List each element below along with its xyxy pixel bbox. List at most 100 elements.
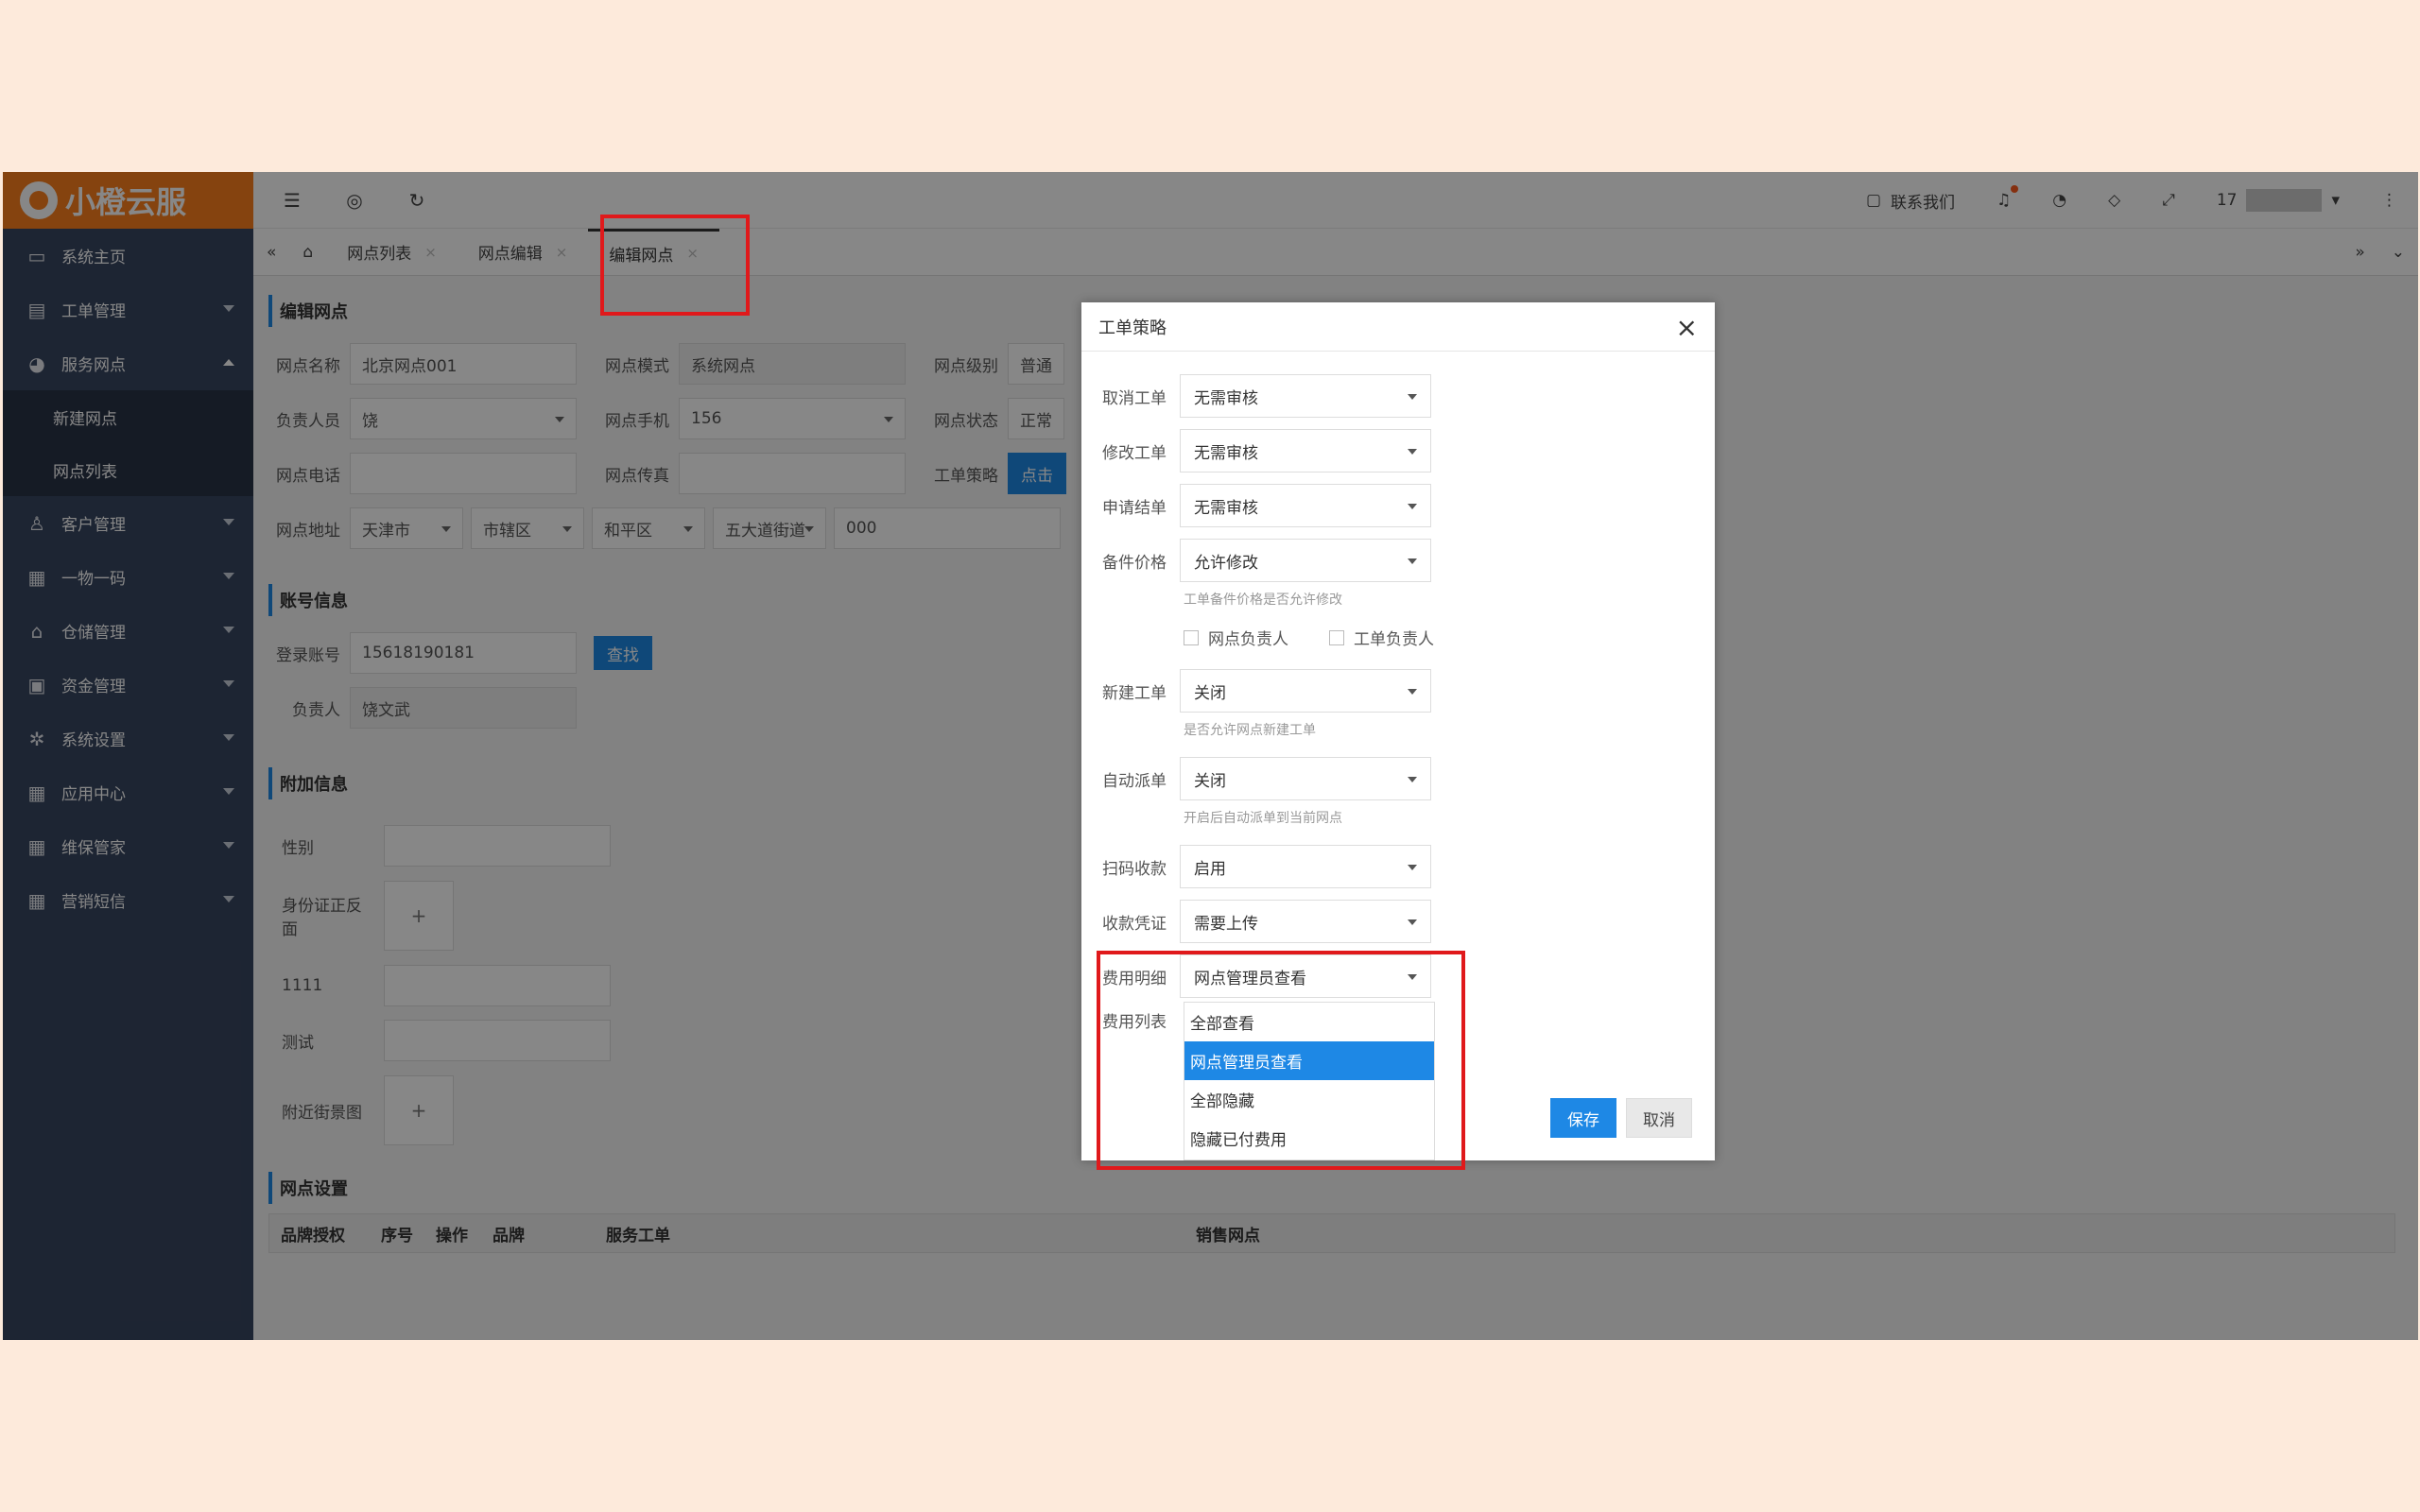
save-button[interactable]: 保存 bbox=[1550, 1098, 1616, 1138]
sidebar-item-label: 维保管家 bbox=[61, 839, 126, 858]
test-label: 测试 bbox=[282, 1033, 314, 1053]
cancel-button[interactable]: 取消 bbox=[1626, 1098, 1692, 1138]
notification-button[interactable]: ♫ bbox=[1976, 185, 2031, 210]
sidebar-item-funds[interactable]: ▣ 资金管理 bbox=[3, 658, 253, 712]
scan-pay-select[interactable]: 启用 bbox=[1180, 845, 1431, 888]
streetview-upload-button[interactable]: + bbox=[384, 1075, 454, 1145]
field-1111-input[interactable] bbox=[384, 965, 611, 1006]
fullscreen-button[interactable]: ⤢ bbox=[2141, 191, 2196, 210]
tel-input[interactable] bbox=[350, 453, 577, 494]
apply-close-select[interactable]: 无需审核 bbox=[1180, 484, 1431, 527]
dropdown-option[interactable]: 全部隐藏 bbox=[1184, 1080, 1434, 1119]
sidebar-item-label: 客户管理 bbox=[61, 516, 126, 535]
auto-dispatch-row: 自动派单 关闭 bbox=[1081, 757, 1431, 800]
owner-select[interactable]: 饶 bbox=[350, 398, 577, 439]
grid-icon: ▦ bbox=[27, 781, 46, 804]
refresh-icon[interactable]: ↻ bbox=[386, 189, 448, 212]
gender-input[interactable] bbox=[384, 825, 611, 867]
gender-label: 性别 bbox=[282, 838, 314, 858]
globe-icon[interactable]: ◎ bbox=[323, 189, 386, 212]
tab-bar-right: » ⌄ bbox=[2342, 229, 2418, 276]
close-icon[interactable]: × bbox=[1676, 312, 1698, 343]
table-header-cell: 操作 bbox=[436, 1226, 468, 1246]
sidebar-subitem-point-list[interactable]: 网点列表 bbox=[3, 443, 253, 496]
idcard-upload-button[interactable]: + bbox=[384, 881, 454, 951]
chevron-down-icon bbox=[223, 305, 234, 312]
point-level-select[interactable]: 普通 bbox=[1008, 343, 1064, 385]
modify-order-select[interactable]: 无需审核 bbox=[1180, 429, 1431, 472]
brand-logo[interactable]: 小橙云服 bbox=[3, 172, 253, 229]
point-level-label: 网点级别 bbox=[934, 356, 998, 376]
tag-button[interactable]: ◇ bbox=[2087, 191, 2141, 210]
sidebar-subitem-new-point[interactable]: 新建网点 bbox=[3, 390, 253, 443]
auto-dispatch-label: 自动派单 bbox=[1102, 771, 1167, 791]
caret-down-icon bbox=[1408, 974, 1417, 980]
auto-dispatch-select[interactable]: 关闭 bbox=[1180, 757, 1431, 800]
sidebar-item-workorders[interactable]: ▤ 工单管理 bbox=[3, 283, 253, 336]
sidebar-item-qrcode[interactable]: ▦ 一物一码 bbox=[3, 550, 253, 604]
tab-home[interactable]: ⌂ bbox=[289, 229, 326, 276]
area-select[interactable]: 和平区 bbox=[592, 507, 705, 549]
close-icon[interactable]: × bbox=[686, 245, 699, 262]
monitor-icon: ▭ bbox=[27, 244, 46, 267]
district-select[interactable]: 市辖区 bbox=[471, 507, 584, 549]
dropdown-option[interactable]: 全部查看 bbox=[1184, 1003, 1434, 1041]
tab-scroll-right[interactable]: » bbox=[2342, 229, 2377, 276]
tab-point-list[interactable]: 网点列表 × bbox=[326, 229, 458, 276]
strategy-button[interactable]: 点击 bbox=[1008, 453, 1066, 494]
checkbox-order-owner[interactable]: 工单负责人 bbox=[1329, 626, 1434, 649]
sidebar-item-apps[interactable]: ▦ 应用中心 bbox=[3, 765, 253, 819]
user-menu[interactable]: 17 ▾ bbox=[2196, 189, 2360, 212]
apply-close-label: 申请结单 bbox=[1102, 498, 1167, 518]
new-order-select[interactable]: 关闭 bbox=[1180, 669, 1431, 713]
caret-down-icon bbox=[1408, 777, 1417, 782]
tab-point-edit[interactable]: 网点编辑 × bbox=[458, 229, 589, 276]
sidebar-item-customers[interactable]: ♙ 客户管理 bbox=[3, 496, 253, 550]
chevron-down-icon bbox=[223, 842, 234, 849]
sidebar-item-maintenance[interactable]: ▦ 维保管家 bbox=[3, 819, 253, 873]
cancel-order-select[interactable]: 无需审核 bbox=[1180, 374, 1431, 418]
sidebar-item-settings[interactable]: ✲ 系统设置 bbox=[3, 712, 253, 765]
fee-detail-select[interactable]: 网点管理员查看 bbox=[1180, 954, 1431, 998]
find-button[interactable]: 查找 bbox=[594, 636, 652, 670]
dropdown-option[interactable]: 隐藏已付费用 bbox=[1184, 1119, 1434, 1158]
tab-bar: « ⌂ 网点列表 × 网点编辑 × 编辑网点 × » ⌄ bbox=[253, 228, 2418, 276]
checkbox[interactable] bbox=[1184, 629, 1199, 645]
sidebar-item-service-points[interactable]: ◕ 服务网点 bbox=[3, 336, 253, 390]
new-order-label: 新建工单 bbox=[1102, 683, 1167, 703]
checkbox[interactable] bbox=[1329, 629, 1344, 645]
caret-down-icon: ▾ bbox=[2331, 191, 2340, 210]
checkbox-point-owner[interactable]: 网点负责人 bbox=[1184, 626, 1288, 649]
dropdown-option-selected[interactable]: 网点管理员查看 bbox=[1184, 1041, 1434, 1080]
receipt-select[interactable]: 需要上传 bbox=[1180, 900, 1431, 943]
status-select[interactable]: 正常 bbox=[1008, 398, 1064, 439]
contact-us-button[interactable]: ▢ 联系我们 bbox=[1845, 189, 1976, 213]
city-select[interactable]: 天津市 bbox=[350, 507, 463, 549]
sidebar-item-sms[interactable]: ▦ 营销短信 bbox=[3, 873, 253, 927]
parts-price-select[interactable]: 允许修改 bbox=[1180, 539, 1431, 582]
tab-scroll-left[interactable]: « bbox=[253, 229, 289, 276]
chevron-up-icon bbox=[223, 359, 234, 366]
address-detail-input[interactable]: 000 bbox=[834, 507, 1061, 549]
sidebar-item-warehouse[interactable]: ⌂ 仓储管理 bbox=[3, 604, 253, 658]
sidebar-item-home[interactable]: ▭ 系统主页 bbox=[3, 229, 253, 283]
point-name-input[interactable]: 北京网点001 bbox=[350, 343, 577, 385]
tab-menu[interactable]: ⌄ bbox=[2378, 229, 2418, 276]
phone-select[interactable]: 156 bbox=[679, 398, 906, 439]
login-input[interactable]: 15618190181 bbox=[350, 632, 577, 674]
sidebar-item-label: 工单管理 bbox=[61, 302, 126, 321]
table-header-cell: 品牌 bbox=[493, 1226, 525, 1246]
test-input[interactable] bbox=[384, 1020, 611, 1061]
more-menu-button[interactable]: ⋮ bbox=[2360, 191, 2418, 210]
login-label: 登录账号 bbox=[276, 645, 340, 665]
close-icon[interactable]: × bbox=[556, 244, 568, 261]
field-1111-label: 1111 bbox=[282, 976, 323, 995]
theme-button[interactable]: ◔ bbox=[2031, 191, 2087, 210]
menu-toggle-icon[interactable]: ☰ bbox=[261, 189, 323, 212]
topbar-right: ▢ 联系我们 ♫ ◔ ◇ ⤢ 17 ▾ ⋮ bbox=[1845, 172, 2418, 229]
fax-input[interactable] bbox=[679, 453, 906, 494]
street-select[interactable]: 五大道街道 bbox=[713, 507, 826, 549]
dialog-header: 工单策略 × bbox=[1081, 302, 1715, 352]
tab-edit-point-active[interactable]: 编辑网点 × bbox=[588, 228, 719, 276]
close-icon[interactable]: × bbox=[424, 244, 437, 261]
